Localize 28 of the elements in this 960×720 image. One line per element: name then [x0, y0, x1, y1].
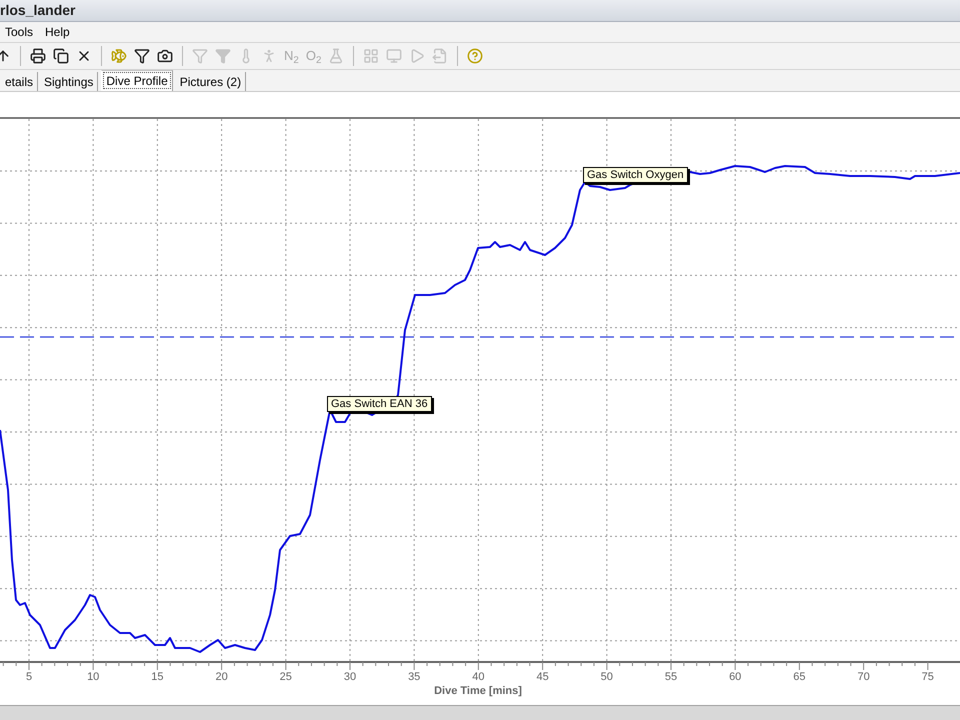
x-tick-label: 20: [215, 671, 228, 683]
help-icon[interactable]: [467, 48, 484, 64]
x-tick-label: 15: [151, 671, 164, 683]
menu-item[interactable]: Help: [45, 23, 70, 41]
x-tick-label: 40: [472, 671, 485, 683]
x-tick-label: 65: [793, 671, 806, 683]
x-tick-label: 35: [408, 671, 420, 683]
x-tick-label: 50: [600, 671, 613, 683]
x-tick-label: 60: [729, 671, 742, 683]
x-tick-label: 55: [664, 671, 678, 683]
x-tick-label: 30: [344, 671, 356, 683]
x-tick-label: 75: [922, 671, 934, 683]
fish-icon[interactable]: [111, 48, 127, 64]
camera-icon[interactable]: [157, 48, 173, 64]
printer-icon[interactable]: [30, 48, 46, 64]
funnel-icon[interactable]: [134, 48, 150, 64]
window-title: rlos_lander: [0, 1, 76, 20]
x-tick-label: 45: [536, 671, 549, 683]
x-tick-label: 5: [26, 671, 32, 683]
annotation-label: Gas Switch Oxygen: [583, 167, 688, 183]
copy-icon[interactable]: [53, 48, 69, 64]
tab[interactable]: Dive Profile: [101, 70, 173, 91]
x-tick-label: 70: [857, 671, 870, 683]
annotation-label: Gas Switch EAN 36: [327, 396, 432, 412]
x-axis-title: Dive Time [mins]: [434, 685, 522, 697]
x-tick-label: 25: [280, 671, 292, 683]
x-tick-label: 10: [87, 671, 100, 683]
menu-item[interactable]: Tools: [5, 23, 34, 41]
